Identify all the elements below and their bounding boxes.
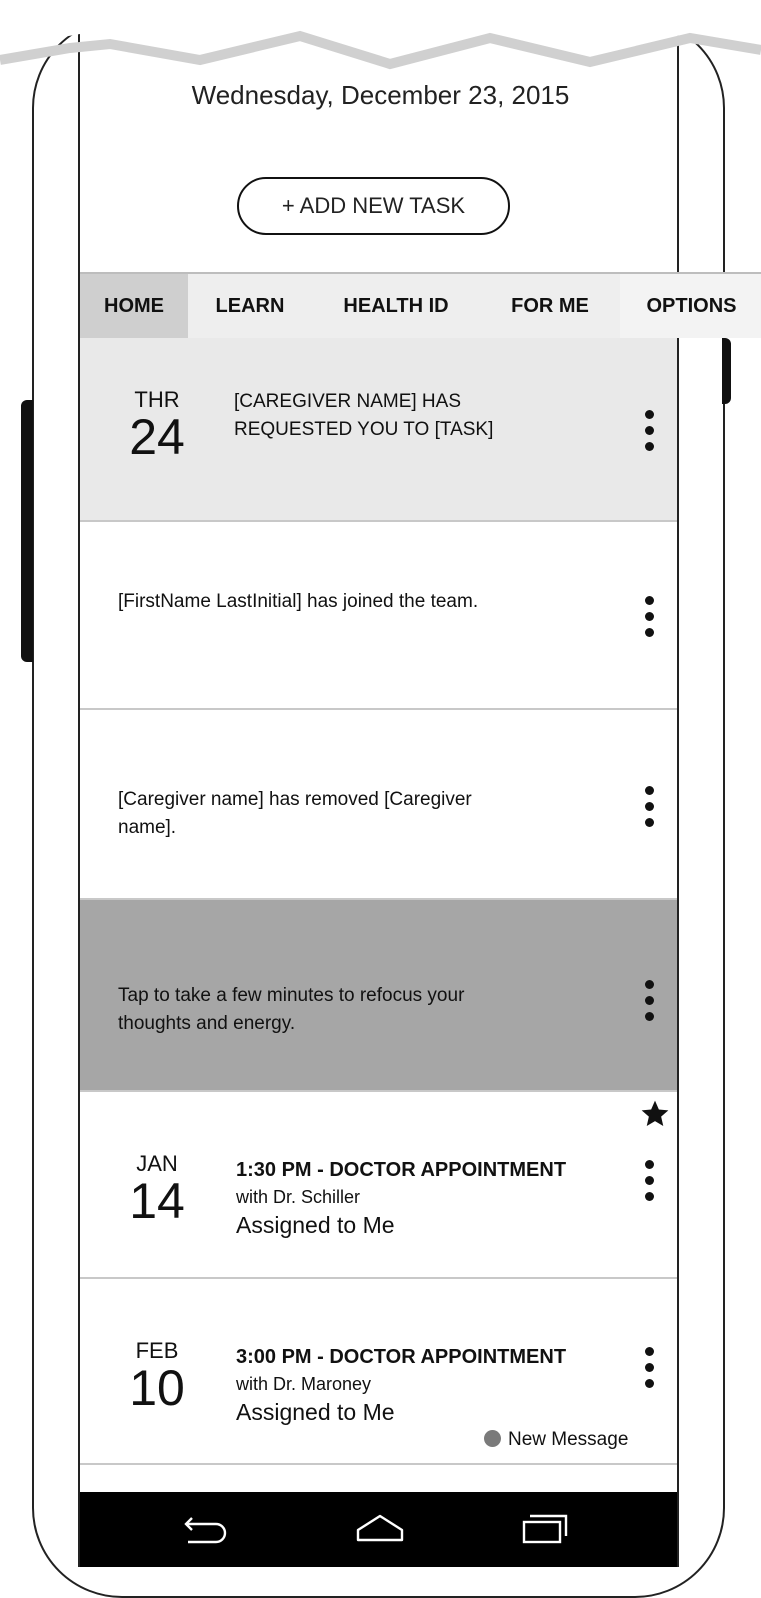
date-badge: THR 24 xyxy=(102,388,212,465)
home-icon[interactable] xyxy=(350,1508,410,1548)
appointment-assignee: Assigned to Me xyxy=(236,1399,395,1425)
add-new-task-button[interactable]: + ADD NEW TASK xyxy=(237,177,510,235)
main-tab-bar: HOME LEARN HEALTH ID FOR ME OPTIONS xyxy=(80,272,761,338)
new-message-indicator[interactable]: New Message xyxy=(484,1429,628,1451)
more-vert-icon[interactable] xyxy=(643,786,655,834)
request-text: [CAREGIVER NAME] HAS REQUESTED YOU TO [T… xyxy=(234,391,494,440)
appointment-details: 3:00 PM - DOCTOR APPOINTMENT with Dr. Ma… xyxy=(236,1343,566,1427)
new-message-label: New Message xyxy=(508,1429,629,1450)
appointment-doctor: with Dr. Maroney xyxy=(236,1374,372,1394)
joined-text: [FirstName LastInitial] has joined the t… xyxy=(118,591,479,612)
removed-text: [Caregiver name] has removed [Caregiver … xyxy=(118,789,472,838)
recent-apps-icon[interactable] xyxy=(516,1508,576,1548)
power-button xyxy=(722,338,731,404)
new-message-dot-icon xyxy=(484,1430,501,1447)
app-screen: Wednesday, December 23, 2015 + ADD NEW T… xyxy=(78,0,761,1567)
more-vert-icon[interactable] xyxy=(643,1347,655,1395)
more-vert-icon[interactable] xyxy=(643,980,655,1028)
appointment-title: 1:30 PM - DOCTOR APPOINTMENT xyxy=(236,1159,567,1181)
tab-learn[interactable]: LEARN xyxy=(188,274,312,338)
back-icon[interactable] xyxy=(178,1508,238,1548)
tab-health-id[interactable]: HEALTH ID xyxy=(312,274,480,338)
current-date: Wednesday, December 23, 2015 xyxy=(191,80,570,110)
date-badge: JAN 14 xyxy=(102,1152,212,1229)
refocus-text: Tap to take a few minutes to refocus you… xyxy=(118,985,465,1034)
task-request-card[interactable]: THR 24 [CAREGIVER NAME] HAS REQUESTED YO… xyxy=(80,338,677,522)
date-day: 10 xyxy=(129,1360,185,1416)
torn-edge-decoration xyxy=(0,0,761,70)
date-day: 14 xyxy=(129,1173,185,1229)
system-nav-bar xyxy=(80,1492,677,1567)
caregiver-removed-card[interactable]: [Caregiver name] has removed [Caregiver … xyxy=(80,710,677,900)
appointment-card[interactable]: JAN 14 1:30 PM - DOCTOR APPOINTMENT with… xyxy=(80,1092,677,1279)
tab-home[interactable]: HOME xyxy=(80,274,188,338)
more-vert-icon[interactable] xyxy=(643,1160,655,1208)
appointment-title: 3:00 PM - DOCTOR APPOINTMENT xyxy=(236,1346,567,1368)
star-icon[interactable] xyxy=(639,1098,671,1130)
team-joined-card[interactable]: [FirstName LastInitial] has joined the t… xyxy=(80,522,677,710)
tab-options[interactable]: OPTIONS xyxy=(620,274,761,338)
volume-button xyxy=(21,400,33,662)
appointment-card[interactable]: FEB 10 3:00 PM - DOCTOR APPOINTMENT with… xyxy=(80,1279,677,1465)
appointment-doctor: with Dr. Schiller xyxy=(236,1187,361,1207)
appointment-assignee: Assigned to Me xyxy=(236,1212,395,1238)
refocus-card[interactable]: Tap to take a few minutes to refocus you… xyxy=(80,900,677,1092)
date-day: 24 xyxy=(129,409,185,465)
more-vert-icon[interactable] xyxy=(643,410,655,458)
date-badge: FEB 10 xyxy=(102,1339,212,1416)
tab-for-me[interactable]: FOR ME xyxy=(480,274,620,338)
more-vert-icon[interactable] xyxy=(643,596,655,644)
appointment-details: 1:30 PM - DOCTOR APPOINTMENT with Dr. Sc… xyxy=(236,1156,566,1240)
